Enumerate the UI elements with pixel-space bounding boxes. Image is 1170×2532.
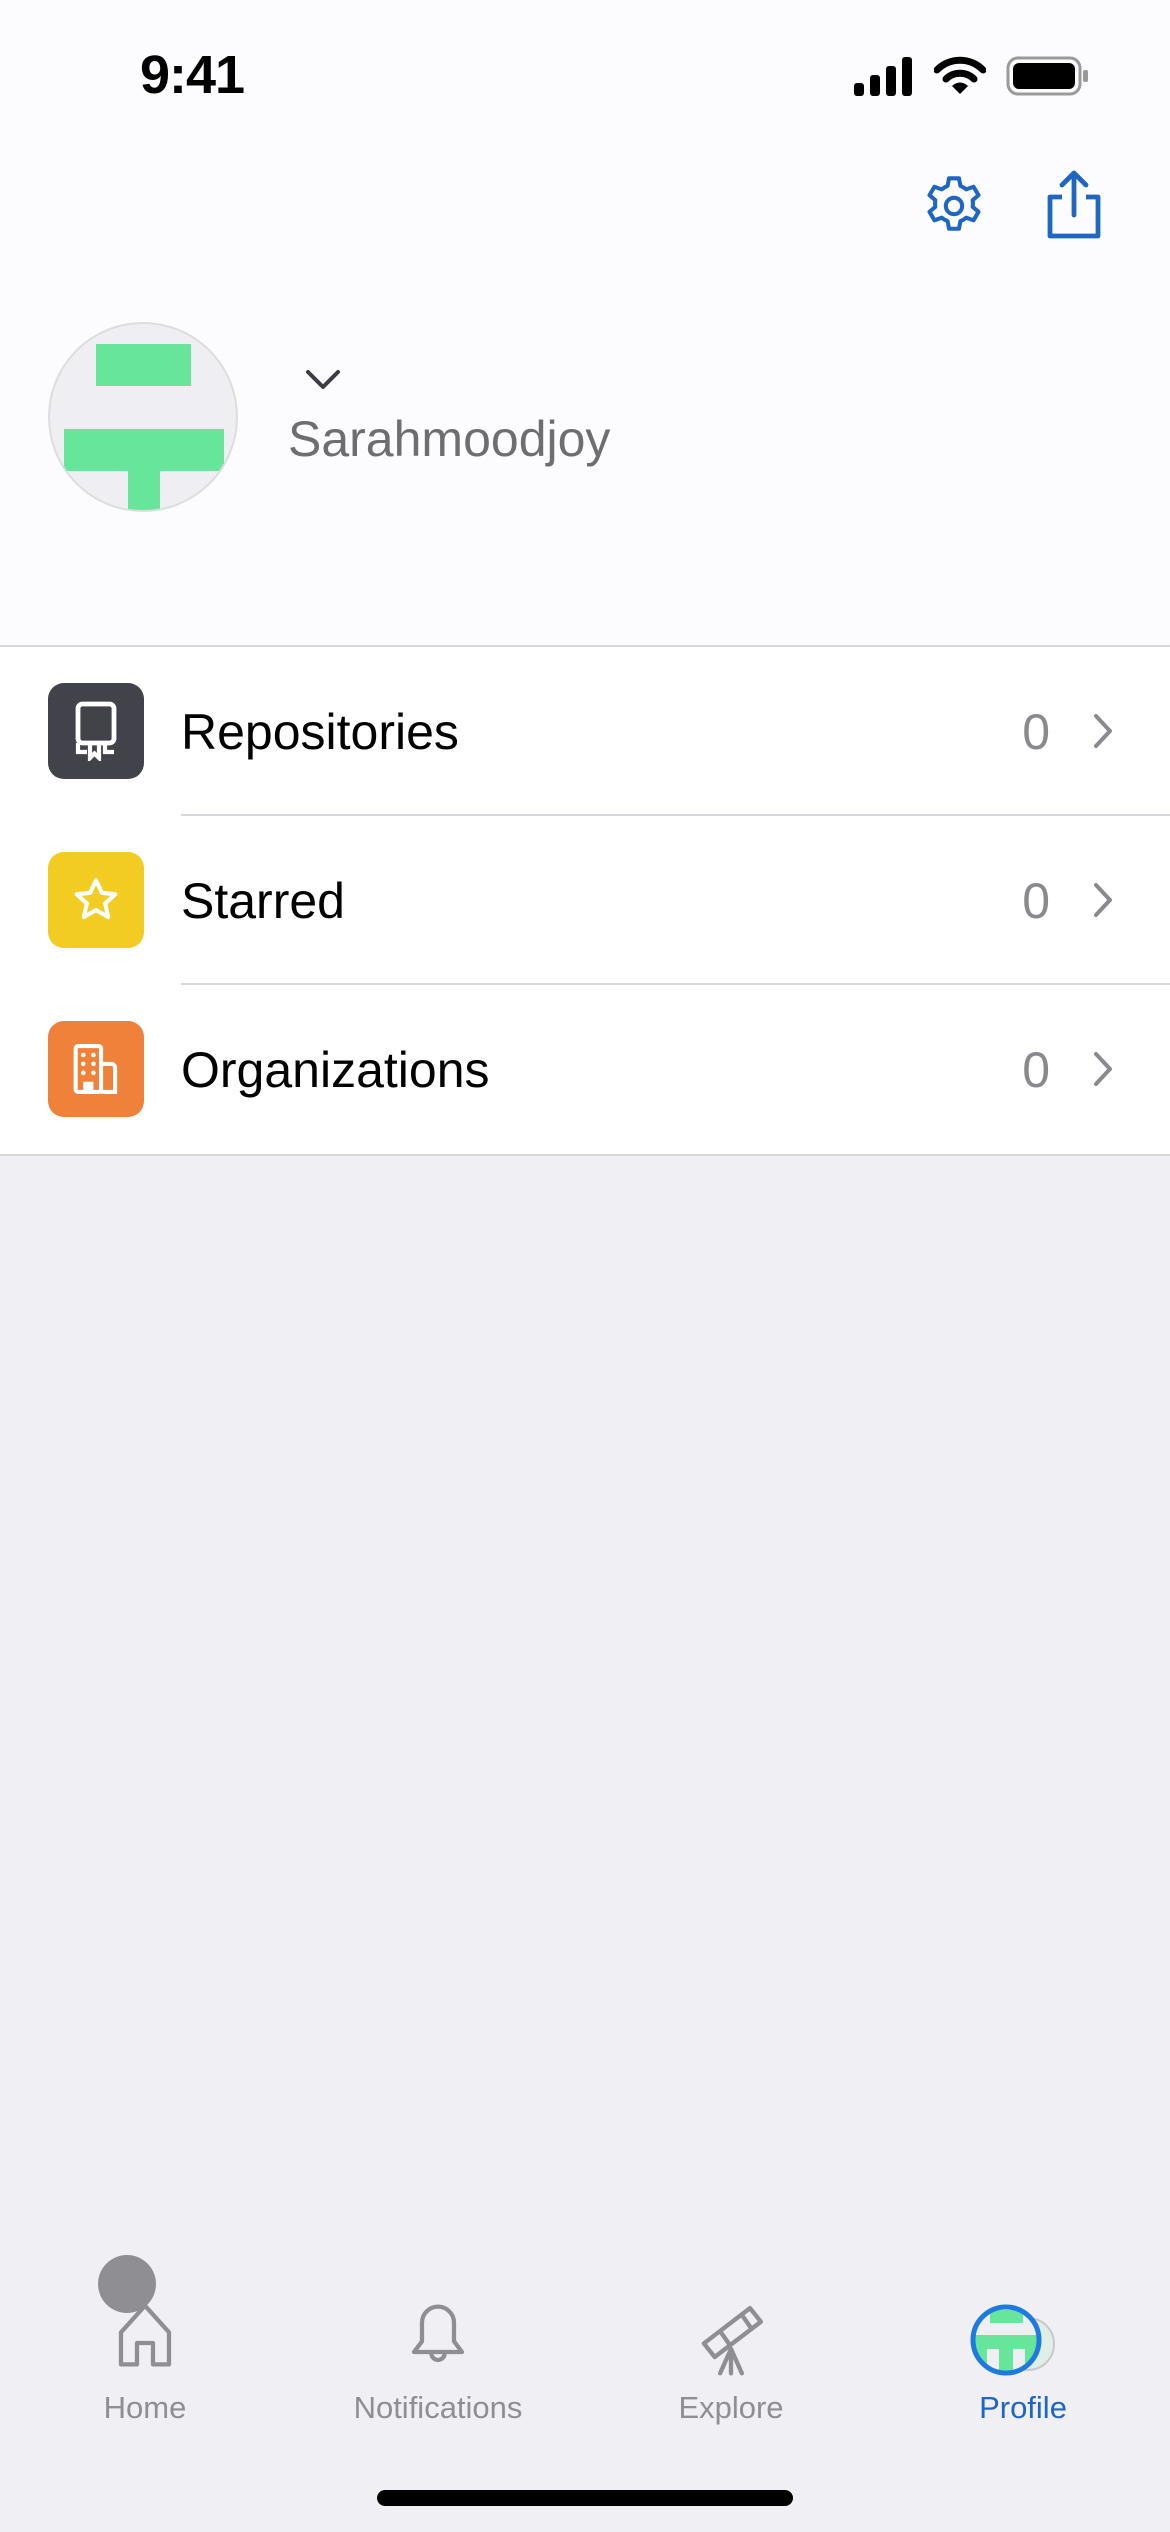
menu-item-organizations[interactable]: Organizations 0 [0,985,1170,1154]
menu-item-count: 0 [1022,703,1050,760]
chevron-down-icon [306,370,340,389]
cellular-signal-icon [854,57,912,96]
organization-icon [48,1021,144,1117]
chevron-right-icon [1094,883,1112,917]
menu-item-count: 0 [1022,1041,1050,1098]
menu-item-count: 0 [1022,872,1050,929]
tab-label: Notifications [353,2390,523,2425]
tab-label: Home [103,2390,187,2425]
tab-bar: Home Notifications Explore Profile [0,2240,1170,2532]
wifi-icon [934,56,986,94]
chevron-right-icon [1094,1052,1112,1086]
profile-menu-list: Repositories 0 Starred 0 Organizations 0 [0,645,1170,1156]
status-time: 9:41 [140,45,245,105]
bell-icon [411,2304,465,2363]
telescope-icon [701,2305,764,2376]
profile-header: 9:41 Sarahmoodjoy [0,0,1170,645]
tab-profile[interactable]: Profile [893,2300,1153,2460]
account-switcher-button[interactable] [304,368,342,397]
menu-item-label: Starred [181,872,345,929]
tab-label: Explore [678,2390,784,2425]
menu-item-label: Repositories [181,703,459,760]
home-indicator[interactable] [377,2490,793,2506]
tab-label: Profile [979,2390,1067,2425]
star-icon [48,852,144,948]
chevron-right-icon [1094,714,1112,748]
tab-notifications[interactable]: Notifications [308,2300,568,2460]
menu-item-starred[interactable]: Starred 0 [0,816,1170,985]
identicon [64,344,224,510]
battery-icon [1006,56,1088,96]
avatar[interactable] [48,322,238,512]
avatar-icon [970,2304,1055,2376]
gear-icon [927,176,981,231]
repo-icon [48,683,144,779]
tab-home[interactable]: Home [15,2300,275,2460]
share-icon [1047,170,1101,239]
menu-item-label: Organizations [181,1041,490,1098]
status-icons [852,56,1090,96]
tab-explore[interactable]: Explore [601,2300,861,2460]
touch-indicator [98,2255,156,2313]
share-button[interactable] [1034,166,1114,246]
menu-item-repositories[interactable]: Repositories 0 [0,647,1170,816]
username: Sarahmoodjoy [288,411,611,467]
settings-button[interactable] [914,166,994,246]
